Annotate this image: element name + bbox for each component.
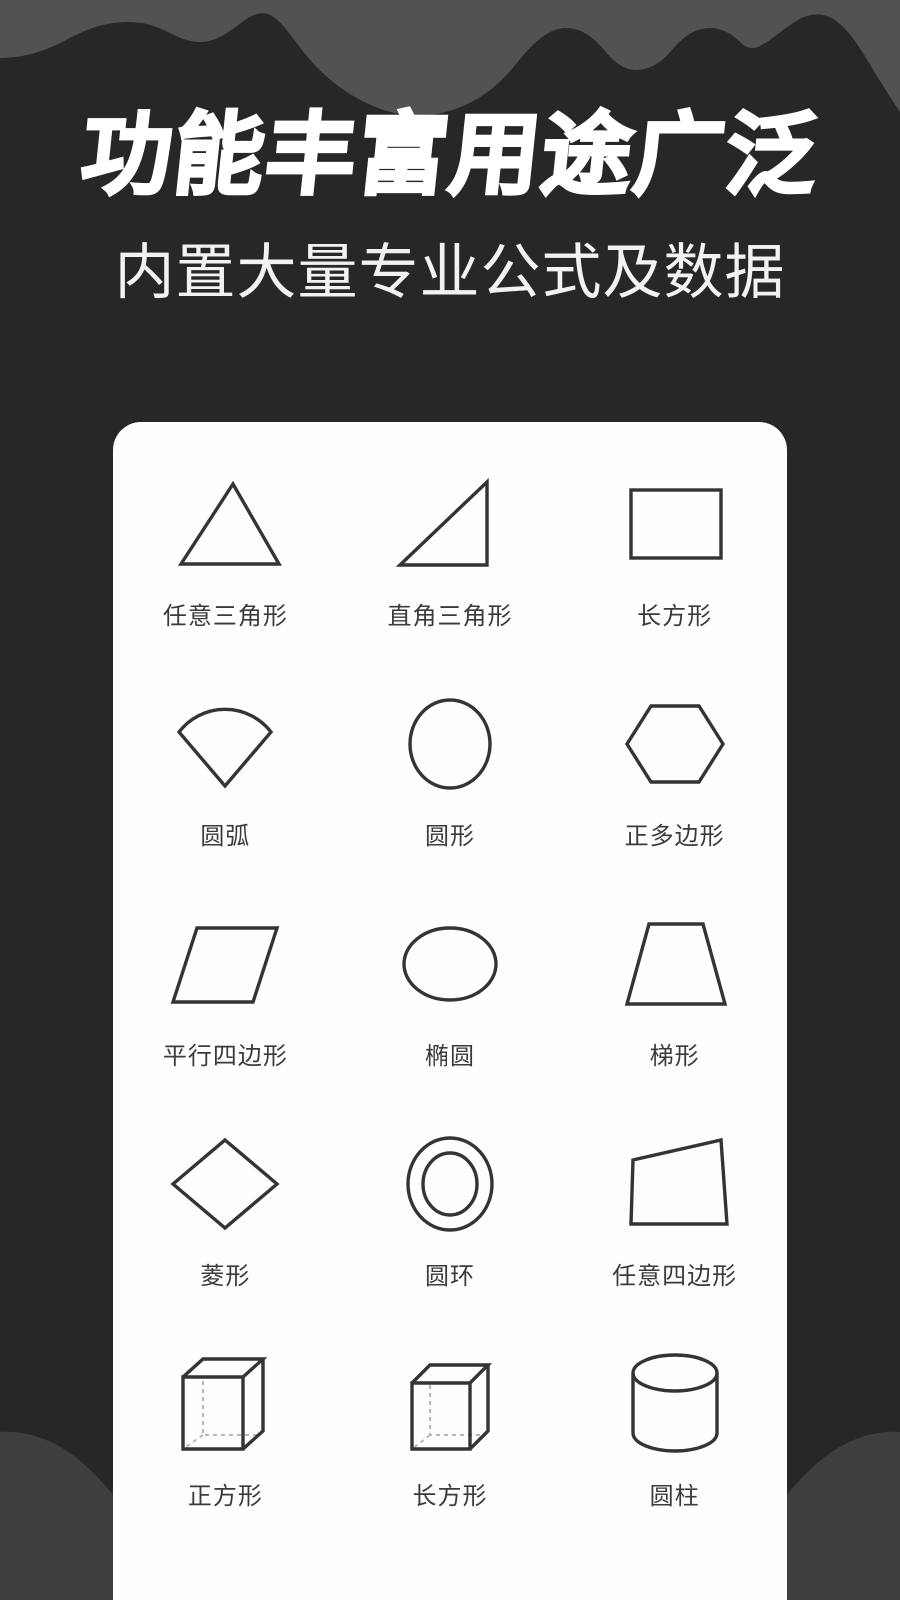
shape-cell-ellipse[interactable]: 椭圆 xyxy=(338,904,563,1124)
circle-icon xyxy=(380,684,520,804)
arbitrary-triangle-icon xyxy=(155,464,295,584)
cuboid-icon xyxy=(380,1344,520,1464)
shape-cell-circle[interactable]: 圆形 xyxy=(338,684,563,904)
right-triangle-icon xyxy=(380,464,520,584)
shape-label: 菱形 xyxy=(200,1263,251,1290)
rectangle-icon xyxy=(605,464,745,584)
shape-cell-annulus[interactable]: 圆环 xyxy=(338,1124,563,1344)
shape-label: 长方形 xyxy=(412,1483,488,1510)
shape-label: 椭圆 xyxy=(424,1043,475,1070)
regular-polygon-icon xyxy=(605,684,745,804)
shape-cell-parallelogram[interactable]: 平行四边形 xyxy=(113,904,338,1124)
shape-label: 圆柱 xyxy=(649,1483,700,1510)
shape-label: 圆弧 xyxy=(200,823,251,850)
page-header: 功能丰富用途广泛 内置大量专业公式及数据 xyxy=(0,0,900,306)
shape-cell-arbitrary-triangle[interactable]: 任意三角形 xyxy=(113,464,338,684)
shape-label: 圆环 xyxy=(424,1263,475,1290)
shape-cell-right-triangle[interactable]: 直角三角形 xyxy=(338,464,563,684)
parallelogram-icon xyxy=(155,904,295,1024)
shape-label: 直角三角形 xyxy=(387,603,513,630)
shape-label: 正多边形 xyxy=(624,823,725,850)
shape-label: 正方形 xyxy=(187,1483,263,1510)
arbitrary-quadrilateral-icon xyxy=(605,1124,745,1244)
page-subtitle: 内置大量专业公式及数据 xyxy=(114,239,786,306)
cylinder-icon xyxy=(605,1344,745,1464)
shape-label: 梯形 xyxy=(649,1043,700,1070)
page-title: 功能丰富用途广泛 xyxy=(75,105,825,208)
shape-gallery-card: 任意三角形 直角三角形 长方形 圆弧 圆形 正多边形 平行四边形 椭圆 梯形 菱… xyxy=(113,422,787,1600)
shape-cell-rectangle[interactable]: 长方形 xyxy=(562,464,787,684)
cube-icon xyxy=(155,1344,295,1464)
shape-cell-trapezoid[interactable]: 梯形 xyxy=(562,904,787,1124)
promo-page: 功能丰富用途广泛 内置大量专业公式及数据 任意三角形 直角三角形 长方形 圆弧 … xyxy=(0,0,900,1600)
shape-label: 圆形 xyxy=(424,823,475,850)
annulus-icon xyxy=(380,1124,520,1244)
shape-label: 长方形 xyxy=(637,603,713,630)
shape-cell-cylinder[interactable]: 圆柱 xyxy=(562,1344,787,1564)
shape-grid: 任意三角形 直角三角形 长方形 圆弧 圆形 正多边形 平行四边形 椭圆 梯形 菱… xyxy=(113,422,787,1564)
shape-label: 任意四边形 xyxy=(612,1263,738,1290)
shape-cell-rhombus[interactable]: 菱形 xyxy=(113,1124,338,1344)
circular-sector-icon xyxy=(155,684,295,804)
shape-label: 任意三角形 xyxy=(162,603,288,630)
ellipse-icon xyxy=(380,904,520,1024)
shape-cell-regular-polygon[interactable]: 正多边形 xyxy=(562,684,787,904)
shape-cell-arbitrary-quadrilateral[interactable]: 任意四边形 xyxy=(562,1124,787,1344)
shape-cell-circular-sector[interactable]: 圆弧 xyxy=(113,684,338,904)
rhombus-icon xyxy=(155,1124,295,1244)
shape-cell-cuboid[interactable]: 长方形 xyxy=(338,1344,563,1564)
trapezoid-icon xyxy=(605,904,745,1024)
shape-cell-cube[interactable]: 正方形 xyxy=(113,1344,338,1564)
shape-label: 平行四边形 xyxy=(162,1043,288,1070)
